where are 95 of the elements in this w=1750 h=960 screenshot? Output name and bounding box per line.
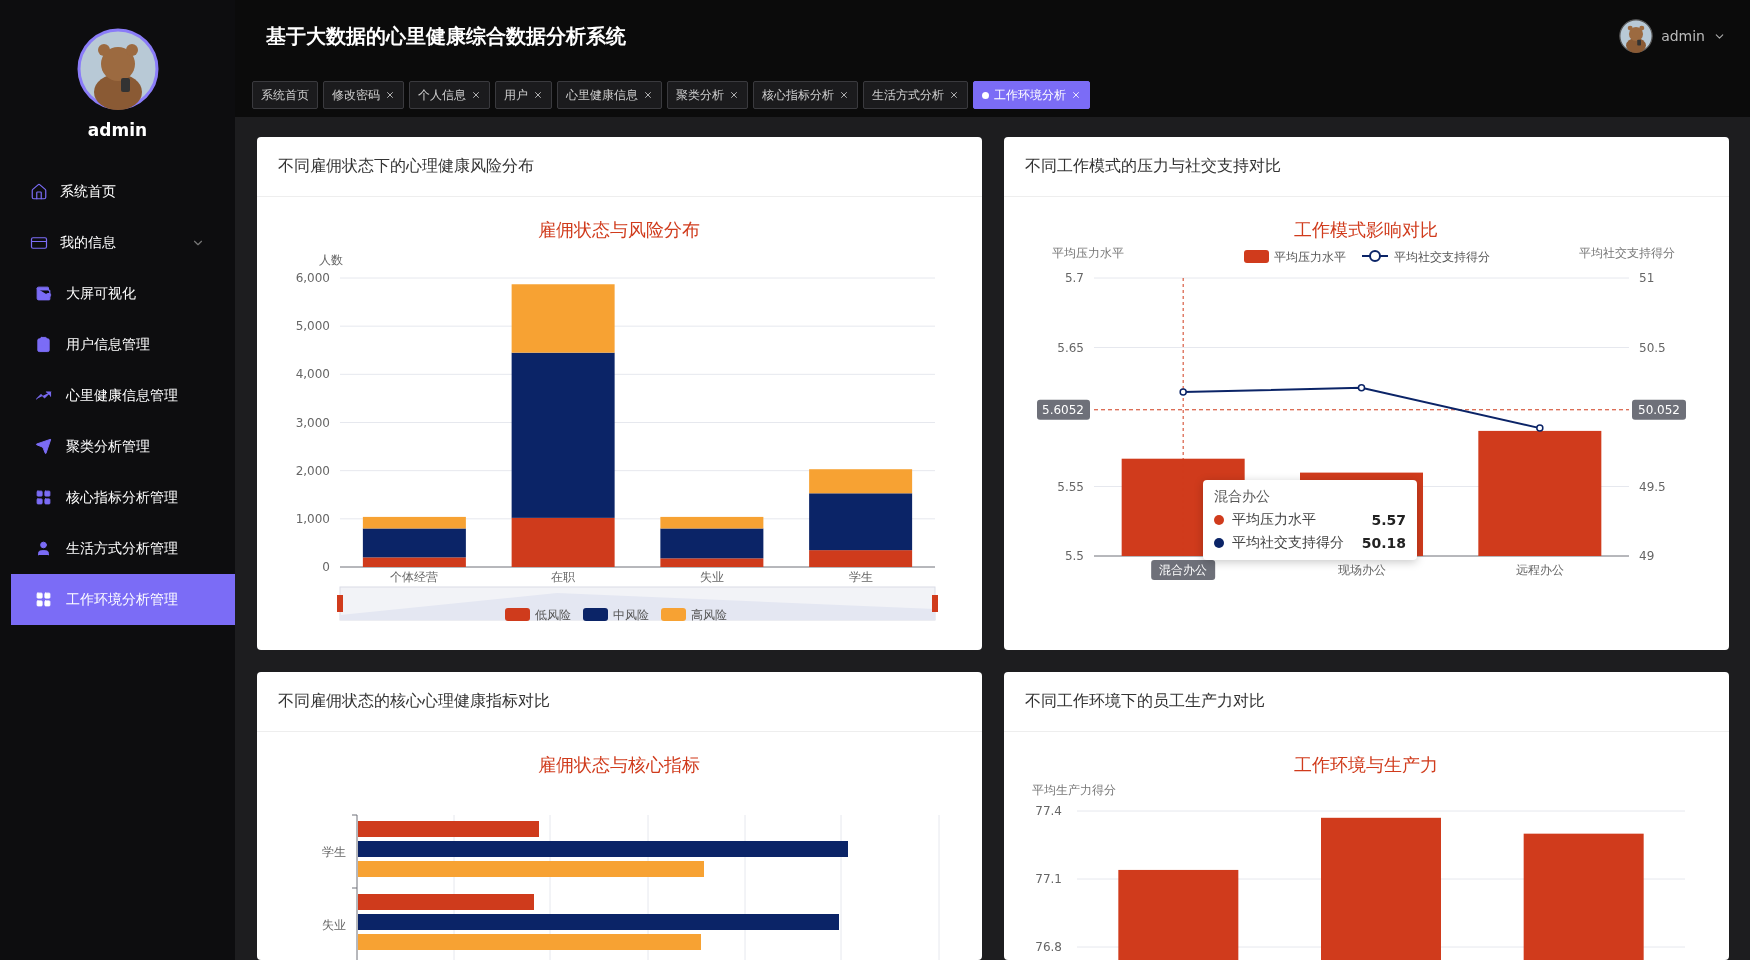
axis-label: 远程办公 (1515, 563, 1564, 577)
chart-title: 雇佣状态与风险分布 (538, 219, 700, 240)
legend-swatch[interactable] (661, 608, 686, 621)
axis-label: 现场办公 (1337, 563, 1386, 577)
axis-label: 5.7 (1064, 271, 1084, 285)
legend-label[interactable]: 平均压力水平 (1274, 250, 1346, 264)
axis-label: 5.55 (1057, 479, 1084, 494)
close-icon[interactable] (471, 90, 481, 100)
axis-label: 0 (322, 560, 330, 574)
chart-title: 雇佣状态与核心指标 (538, 754, 700, 775)
axis-title: 平均压力水平 (1052, 246, 1124, 260)
tooltip-title: 混合办公 (1214, 488, 1271, 506)
tab[interactable]: 生活方式分析 (863, 81, 968, 109)
series-dot (1214, 515, 1224, 525)
axis-label: 50.5 (1639, 340, 1666, 355)
axis-label: 49 (1639, 549, 1655, 563)
axis-label: 4,000 (295, 367, 330, 382)
legend-swatch[interactable] (1244, 250, 1269, 263)
axis-label: 失业 (699, 570, 724, 584)
legend-label[interactable]: 平均社交支持得分 (1394, 250, 1490, 264)
axis-label: 在职 (551, 570, 576, 584)
legend-swatch[interactable] (505, 608, 530, 621)
grid-icon (35, 591, 52, 608)
axis-label: 49.5 (1639, 479, 1666, 494)
tab[interactable]: 用户 (495, 81, 552, 109)
series-name: 平均社交支持得分 (1232, 534, 1345, 552)
axis-label: 5,000 (295, 319, 330, 334)
axis-title: 人数 (319, 253, 343, 267)
chart-title: 工作环境与生产力 (1294, 754, 1438, 775)
axis-label: 学生 (848, 570, 873, 584)
wallet-icon (35, 285, 52, 302)
menu-item[interactable]: 核心指标分析管理 (11, 472, 235, 523)
pointer-label: 50.052 (1638, 402, 1680, 417)
menu-item[interactable]: 大屏可视化 (11, 268, 235, 319)
active-dot (982, 91, 989, 99)
axis-label: 77.1 (1035, 872, 1062, 886)
axis-label: 1,000 (295, 511, 330, 526)
avatar (1619, 19, 1654, 53)
menu-item[interactable]: 系统首页 (11, 166, 235, 217)
axis-label: 6,000 (295, 271, 330, 285)
legend-label[interactable]: 低风险 (535, 608, 571, 622)
menu-item[interactable]: 工作环境分析管理 (11, 574, 235, 625)
axis-label: 2,000 (295, 463, 330, 478)
app-title: 基于大数据的心里健康综合数据分析系统 (266, 22, 626, 50)
zoom-slider[interactable] (337, 586, 938, 621)
tab[interactable]: 聚类分析 (667, 81, 748, 109)
legend-label[interactable]: 中风险 (613, 608, 649, 622)
series-value: 50.18 (1361, 535, 1406, 551)
close-icon[interactable] (643, 90, 653, 100)
menu-item[interactable]: 用户信息管理 (11, 319, 235, 370)
user-name: admin (87, 120, 148, 140)
axis-label: 3,000 (295, 415, 330, 430)
home-icon (30, 182, 48, 201)
menu-item[interactable]: 心里健康信息管理 (11, 370, 235, 421)
axis-label: 学生 (322, 845, 346, 859)
pointer-label: 5.6052 (1042, 402, 1084, 417)
legend-line-icon[interactable] (1361, 250, 1389, 262)
axis-title: 平均生产力得分 (1032, 783, 1116, 797)
user-menu[interactable]: admin (1661, 28, 1705, 44)
tab[interactable]: 工作环境分析 (973, 81, 1090, 109)
chart-title: 工作模式影响对比 (1294, 219, 1438, 240)
axis-label: 5.65 (1057, 340, 1084, 355)
card-title: 不同工作环境下的员工生产力对比 (1025, 691, 1265, 712)
axis-label: 失业 (322, 918, 346, 932)
axis-label: 51 (1639, 271, 1655, 285)
axis-title: 平均社交支持得分 (1579, 246, 1675, 260)
close-icon[interactable] (949, 90, 959, 100)
card-title: 不同雇佣状态的核心心理健康指标对比 (278, 691, 550, 712)
axis-label: 个体经营 (390, 570, 439, 584)
close-icon[interactable] (533, 90, 543, 100)
paper-plane-icon (35, 438, 52, 455)
tab[interactable]: 系统首页 (252, 81, 318, 109)
tab[interactable]: 核心指标分析 (753, 81, 858, 109)
axis-label: 77.4 (1035, 804, 1062, 818)
menu-item[interactable]: 聚类分析管理 (11, 421, 235, 472)
person-icon (35, 540, 52, 557)
tab[interactable]: 心里健康信息 (557, 81, 662, 109)
grid-icon (35, 489, 52, 506)
axis-label: 混合办公 (1159, 563, 1208, 577)
axis-label: 5.5 (1064, 549, 1084, 563)
series-name: 平均压力水平 (1232, 511, 1317, 529)
legend-swatch[interactable] (583, 608, 608, 621)
close-icon[interactable] (385, 90, 395, 100)
card-title: 不同工作模式的压力与社交支持对比 (1025, 156, 1281, 177)
card-title: 不同雇佣状态下的心理健康风险分布 (278, 156, 534, 177)
axis-label: 76.8 (1035, 940, 1062, 954)
menu-item[interactable]: 生活方式分析管理 (11, 523, 235, 574)
series-value: 5.57 (1371, 512, 1406, 528)
menu-item[interactable]: 我的信息 (11, 217, 235, 268)
legend-label[interactable]: 高风险 (691, 608, 727, 622)
close-icon[interactable] (839, 90, 849, 100)
close-icon[interactable] (729, 90, 739, 100)
series-dot (1214, 538, 1224, 548)
tab[interactable]: 修改密码 (323, 81, 404, 109)
tab[interactable]: 个人信息 (409, 81, 490, 109)
